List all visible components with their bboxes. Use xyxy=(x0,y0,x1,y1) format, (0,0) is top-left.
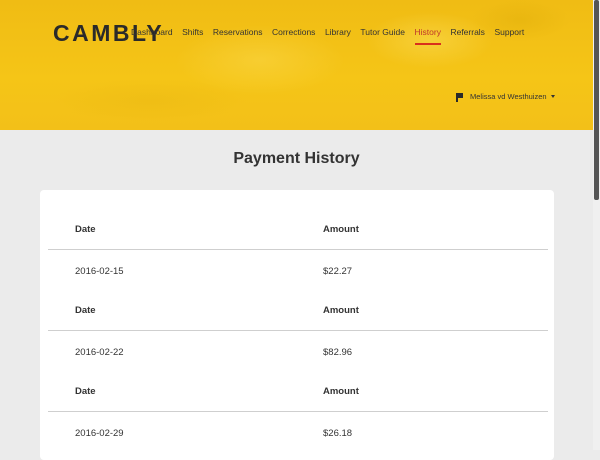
amount-column-header: Amount xyxy=(323,224,359,235)
page-scrollbar[interactable] xyxy=(593,0,600,450)
table-header-row: Date Amount xyxy=(48,291,548,331)
main-nav: Dashboard Shifts Reservations Correction… xyxy=(131,27,534,45)
nav-referrals[interactable]: Referrals xyxy=(450,27,484,45)
payment-date: 2016-02-22 xyxy=(75,346,124,358)
payment-date: 2016-02-29 xyxy=(75,427,124,439)
nav-shifts[interactable]: Shifts xyxy=(182,27,203,45)
amount-column-header: Amount xyxy=(323,386,359,397)
table-header-row: Date Amount xyxy=(48,372,548,412)
nav-reservations[interactable]: Reservations xyxy=(213,27,263,45)
table-header-row: Date Amount xyxy=(48,210,548,250)
payment-date: 2016-02-15 xyxy=(75,265,124,277)
nav-tutor-guide[interactable]: Tutor Guide xyxy=(360,27,405,45)
payment-amount: $82.96 xyxy=(323,346,353,358)
payment-amount: $26.18 xyxy=(323,427,353,439)
nav-support[interactable]: Support xyxy=(494,27,524,45)
date-column-header: Date xyxy=(75,224,96,235)
user-name[interactable]: Melissa vd Westhuizen xyxy=(470,92,547,101)
site-header: CAMBLY Dashboard Shifts Reservations Cor… xyxy=(0,0,593,130)
scrollbar-thumb[interactable] xyxy=(594,0,599,200)
payment-amount: $22.27 xyxy=(323,265,353,277)
amount-column-header: Amount xyxy=(323,305,359,316)
user-menu[interactable]: Melissa vd Westhuizen xyxy=(456,92,555,102)
table-row: 2016-02-15 $22.27 xyxy=(48,251,548,291)
date-column-header: Date xyxy=(75,305,96,316)
table-row: 2016-02-22 $82.96 xyxy=(48,332,548,372)
payment-history-card: Date Amount 2016-02-15 $22.27 Date Amoun… xyxy=(40,190,554,460)
page-title: Payment History xyxy=(233,150,360,167)
nav-dashboard[interactable]: Dashboard xyxy=(131,27,173,45)
caret-down-icon[interactable] xyxy=(550,95,555,98)
table-row: 2016-02-29 $26.18 xyxy=(48,413,548,453)
flag-icon[interactable] xyxy=(456,92,463,102)
nav-library[interactable]: Library xyxy=(325,27,351,45)
date-column-header: Date xyxy=(75,386,96,397)
nav-history[interactable]: History xyxy=(414,27,441,45)
nav-corrections[interactable]: Corrections xyxy=(272,27,315,45)
